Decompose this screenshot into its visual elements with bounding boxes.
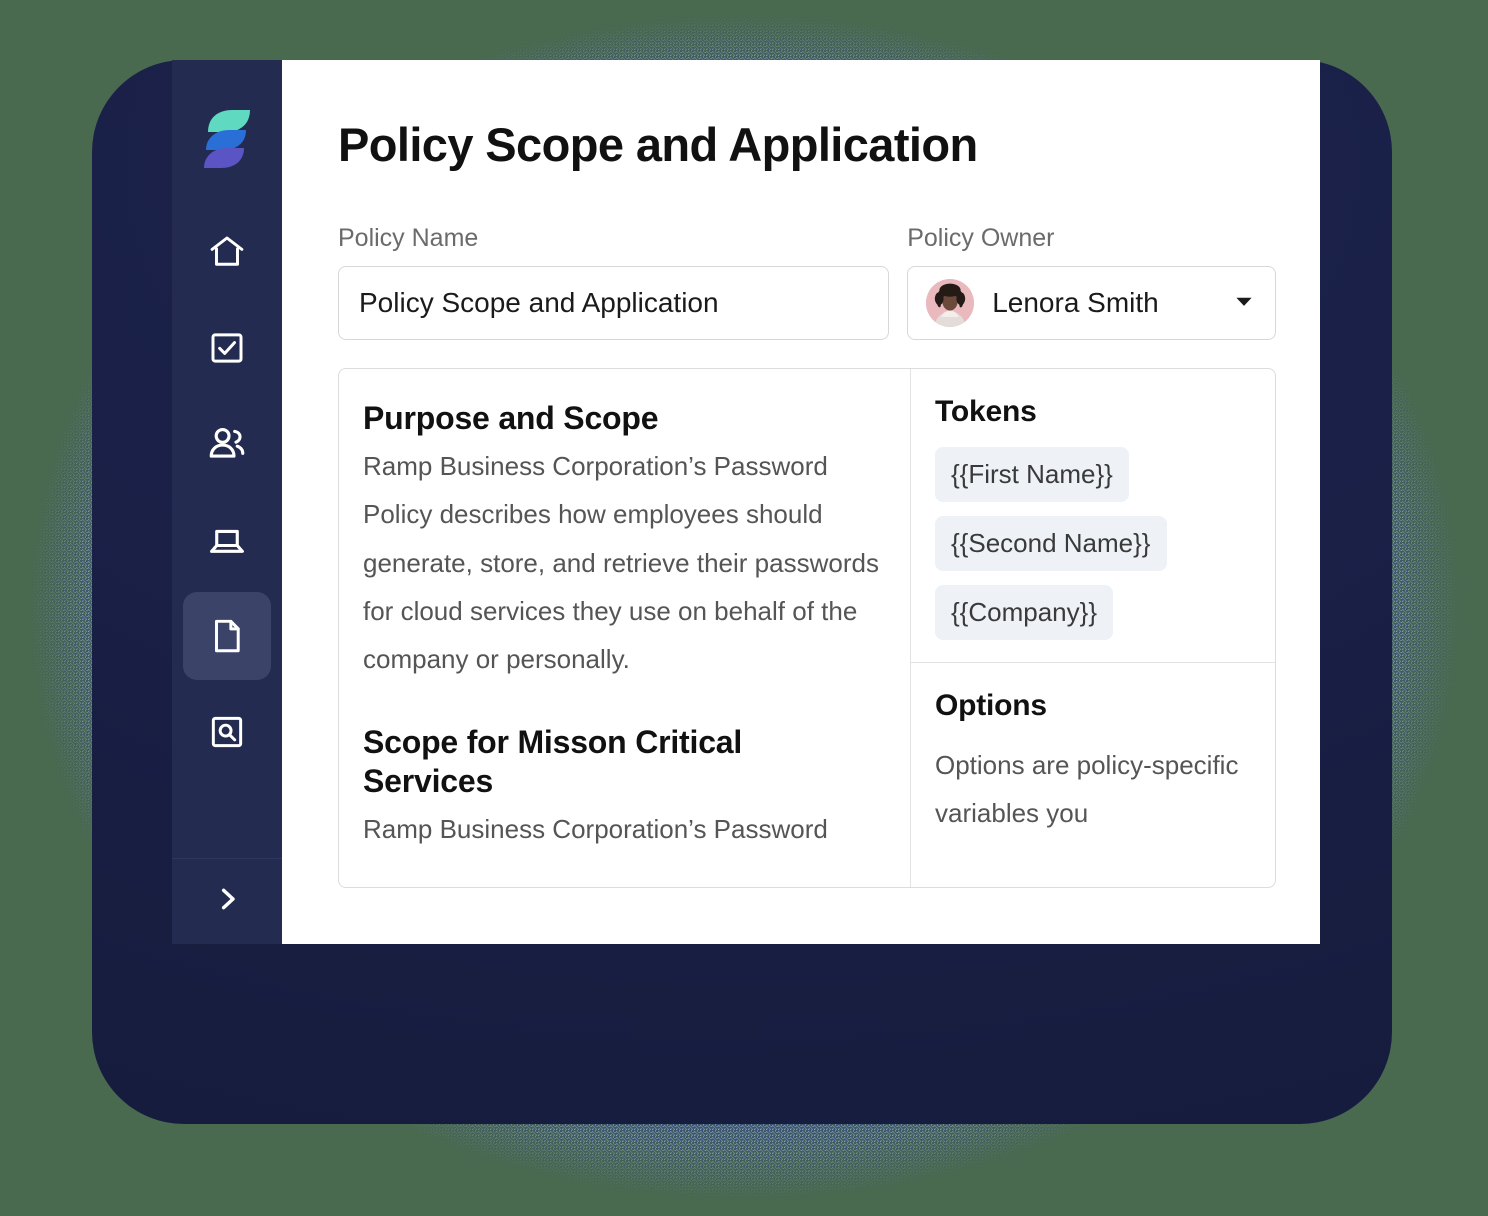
page-title: Policy Scope and Application	[338, 118, 978, 171]
policy-owner-label: Policy Owner	[907, 224, 1055, 253]
document-block: Purpose and Scope Ramp Business Corporat…	[363, 399, 880, 683]
main-content: Policy Scope and Application Policy Name…	[282, 60, 1320, 944]
sidebar-item-people[interactable]	[183, 400, 271, 488]
token-chip[interactable]: {{Second Name}}	[935, 516, 1167, 572]
sidebar-nav	[183, 208, 271, 776]
options-section: Options Options are policy-specific vari…	[911, 663, 1275, 859]
document-paragraph: Ramp Business Corporation’s Password	[363, 813, 828, 844]
sidebar-item-policies[interactable]	[183, 592, 271, 680]
document-paragraph: Ramp Business Corporation’s Password Pol…	[363, 451, 879, 674]
chevron-down-icon[interactable]	[1231, 288, 1257, 319]
sidebar-item-tasks[interactable]	[183, 304, 271, 392]
tokens-list: {{First Name}} {{Second Name}} {{Company…	[935, 447, 1251, 641]
document-block: Scope for Misson Critical Services Ramp …	[363, 723, 880, 853]
document-heading: Purpose and Scope	[363, 400, 659, 437]
token-chip[interactable]: {{First Name}}	[935, 447, 1129, 503]
policy-name-input[interactable]: Policy Scope and Application	[338, 266, 890, 341]
laptop-icon	[205, 518, 249, 562]
chevron-right-icon	[211, 883, 243, 920]
document-icon	[206, 615, 248, 657]
field-row: Policy Name Policy Scope and Application…	[338, 223, 1276, 341]
screenshot-backdrop: Policy Scope and Application Policy Name…	[0, 0, 1488, 1216]
policy-name-label: Policy Name	[338, 224, 479, 253]
policy-name-value: Policy Scope and Application	[359, 287, 719, 319]
policy-editor-card: Purpose and Scope Ramp Business Corporat…	[338, 368, 1276, 889]
checkbox-icon	[206, 327, 248, 369]
tokens-heading: Tokens	[935, 395, 1037, 429]
token-chip[interactable]: {{Company}}	[935, 585, 1114, 641]
sidebar-item-devices[interactable]	[183, 496, 271, 584]
sprinto-logo	[200, 108, 254, 170]
tokens-section: Tokens {{First Name}} {{Second Name}} {{…	[911, 369, 1275, 664]
app-window: Policy Scope and Application Policy Name…	[172, 60, 1320, 944]
expand-sidebar-button[interactable]	[197, 872, 257, 932]
avatar	[926, 279, 975, 328]
policy-name-field: Policy Name Policy Scope and Application	[338, 223, 890, 341]
home-icon	[206, 231, 248, 273]
policy-owner-select[interactable]: Lenora Smith	[907, 266, 1276, 341]
sidebar	[172, 60, 282, 944]
people-icon	[205, 422, 249, 466]
audit-search-icon	[206, 711, 248, 753]
options-heading: Options	[935, 689, 1047, 723]
policy-owner-value: Lenora Smith	[992, 287, 1159, 319]
sidebar-item-home[interactable]	[183, 208, 271, 296]
side-pane: Tokens {{First Name}} {{Second Name}} {{…	[911, 369, 1275, 887]
policy-owner-field: Policy Owner Lenora Smith	[907, 223, 1276, 341]
document-heading: Scope for Misson Critical Services	[363, 723, 743, 799]
sidebar-item-audits[interactable]	[183, 688, 271, 776]
sidebar-footer	[172, 858, 282, 944]
document-pane[interactable]: Purpose and Scope Ramp Business Corporat…	[339, 369, 911, 888]
options-description: Options are policy-specific variables yo…	[935, 750, 1239, 829]
